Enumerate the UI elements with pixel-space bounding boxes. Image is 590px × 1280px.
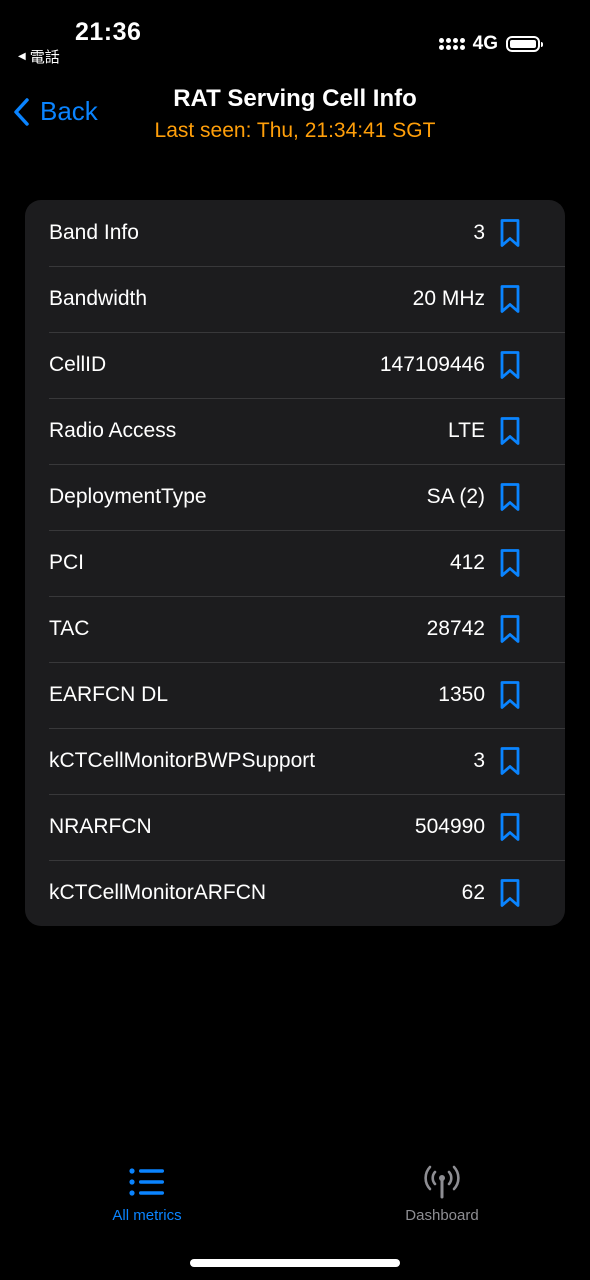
signal-strength-icon	[438, 38, 465, 50]
bookmark-icon[interactable]	[499, 350, 521, 380]
row-label: TAC	[49, 617, 90, 640]
status-back-to-app[interactable]: ◀ 電話	[18, 46, 60, 67]
row-label: CellID	[49, 353, 107, 376]
row-value: 147109446	[379, 353, 485, 376]
back-triangle-icon: ◀	[18, 51, 26, 62]
status-bar: 21:36 ◀ 電話 4G	[0, 0, 590, 80]
row-label: DeploymentType	[49, 485, 207, 508]
bookmark-icon[interactable]	[499, 284, 521, 314]
bookmark-icon[interactable]	[499, 218, 521, 248]
list-item-cell-id[interactable]: CellID 147109446	[25, 332, 565, 398]
row-label: Bandwidth	[49, 287, 148, 310]
antenna-icon	[424, 1165, 460, 1199]
row-value: 62	[461, 881, 485, 904]
list-item-bwp-support[interactable]: kCTCellMonitorBWPSupport 3	[25, 728, 565, 794]
row-value: 3	[473, 221, 485, 244]
bookmark-icon[interactable]	[499, 548, 521, 578]
tab-dashboard[interactable]: Dashboard	[362, 1164, 522, 1224]
row-label: EARFCN DL	[49, 683, 169, 706]
row-value: 504990	[414, 815, 485, 838]
last-seen-subtitle: Last seen: Thu, 21:34:41 SGT	[154, 119, 436, 142]
bookmark-icon[interactable]	[499, 812, 521, 842]
row-label: NRARFCN	[49, 815, 152, 838]
bookmark-icon[interactable]	[499, 416, 521, 446]
list-item-earfcn-dl[interactable]: EARFCN DL 1350	[25, 662, 565, 728]
list-item-bandwidth[interactable]: Bandwidth 20 MHz	[25, 266, 565, 332]
row-label: kCTCellMonitorBWPSupport	[49, 749, 316, 772]
row-value: 1350	[438, 683, 485, 706]
home-indicator[interactable]	[190, 1259, 400, 1267]
bookmark-icon[interactable]	[499, 878, 521, 908]
bookmark-icon[interactable]	[499, 614, 521, 644]
network-type: 4G	[472, 33, 498, 54]
tab-dashboard-label: Dashboard	[405, 1207, 479, 1224]
cell-info-list: Band Info 3 Bandwidth 20 MHz CellID 1471…	[25, 200, 565, 926]
row-label: kCTCellMonitorARFCN	[49, 881, 267, 904]
page-title: RAT Serving Cell Info	[173, 85, 417, 112]
list-item-band-info[interactable]: Band Info 3	[25, 200, 565, 266]
row-label: PCI	[49, 551, 85, 574]
status-indicators: 4G	[438, 33, 543, 55]
list-item-nrarfcn[interactable]: NRARFCN 504990	[25, 794, 565, 860]
bookmark-icon[interactable]	[499, 482, 521, 512]
list-item-arfcn[interactable]: kCTCellMonitorARFCN 62	[25, 860, 565, 926]
list-item-pci[interactable]: PCI 412	[25, 530, 565, 596]
bookmark-icon[interactable]	[499, 746, 521, 776]
status-back-app-label: 電話	[29, 49, 60, 66]
row-value: 28742	[426, 617, 485, 640]
tab-bar: All metrics Dashboard	[0, 1150, 590, 1240]
bookmark-icon[interactable]	[499, 680, 521, 710]
list-item-deployment-type[interactable]: DeploymentType SA (2)	[25, 464, 565, 530]
list-item-tac[interactable]: TAC 28742	[25, 596, 565, 662]
row-value: 3	[473, 749, 485, 772]
row-value: 20 MHz	[412, 287, 485, 310]
status-time: 21:36	[75, 18, 142, 46]
tab-all-metrics-label: All metrics	[112, 1207, 182, 1224]
list-icon	[129, 1168, 164, 1196]
row-value: SA (2)	[426, 485, 485, 508]
tab-all-metrics[interactable]: All metrics	[67, 1164, 227, 1224]
row-value: LTE	[448, 419, 485, 442]
row-value: 412	[449, 551, 485, 574]
battery-icon	[506, 36, 543, 52]
row-label: Band Info	[49, 221, 139, 244]
row-label: Radio Access	[49, 419, 177, 442]
navigation-bar: Back RAT Serving Cell Info Last seen: Th…	[0, 80, 590, 160]
list-item-radio-access[interactable]: Radio Access LTE	[25, 398, 565, 464]
